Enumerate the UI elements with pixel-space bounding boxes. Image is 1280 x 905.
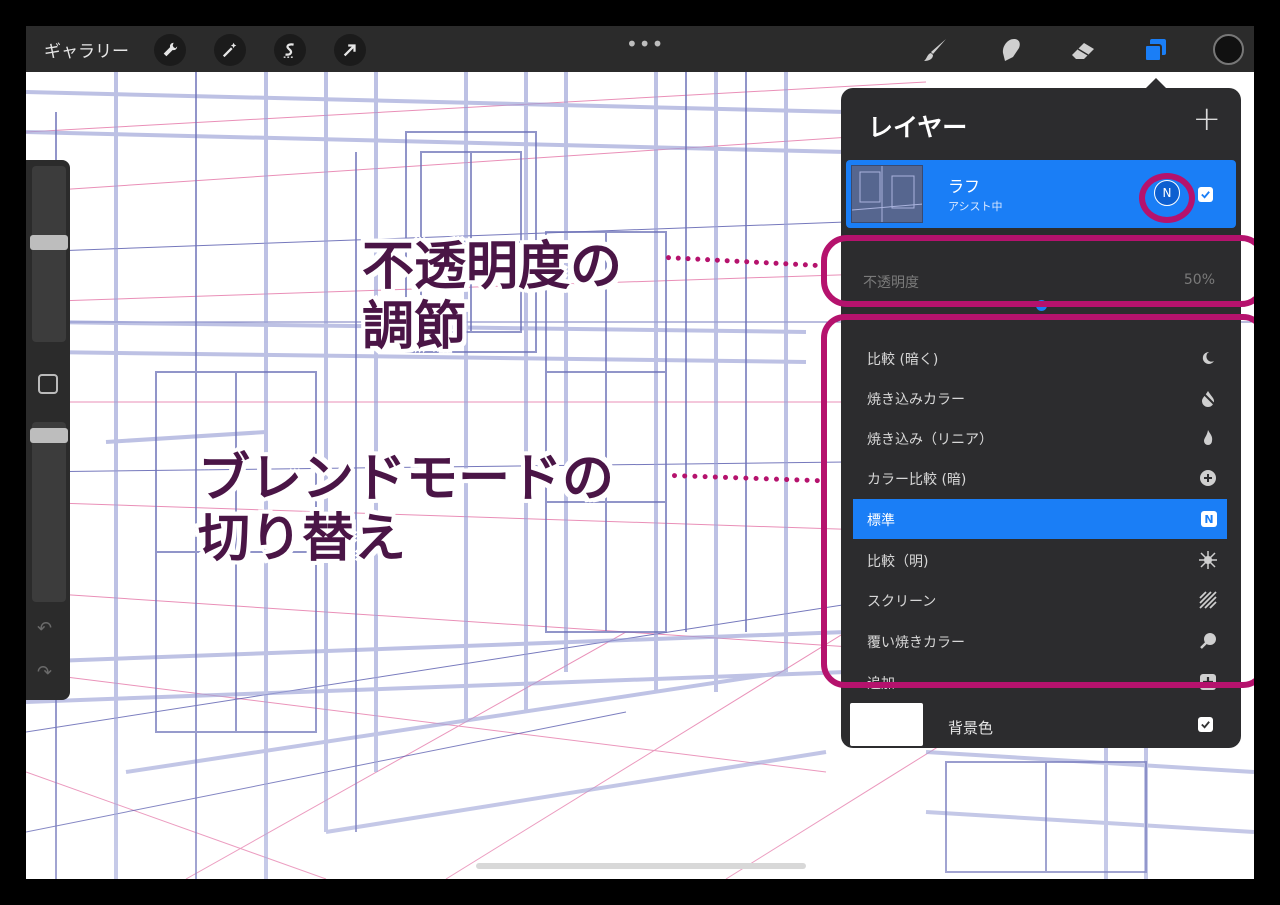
checkmark-icon	[1201, 721, 1210, 729]
undo-icon[interactable]: ↶	[37, 618, 52, 639]
brush-size-slider[interactable]	[32, 166, 66, 342]
blend-annotation-line2: 切り替え	[198, 508, 407, 569]
adjustments-button[interactable]	[214, 34, 246, 66]
magic-wand-icon	[222, 42, 237, 58]
wrench-icon	[163, 42, 178, 57]
top-toolbar: ギャラリー •••	[26, 26, 1254, 72]
transform-button[interactable]	[334, 34, 366, 66]
smudge-icon	[1002, 39, 1020, 61]
layer-subtitle: アシスト中	[948, 200, 1003, 213]
more-options-button[interactable]: •••	[626, 32, 664, 56]
left-sidebar: ↶ ↷	[26, 160, 70, 700]
opacity-highlight-ring	[821, 235, 1254, 307]
opacity-annotation-line2: 調節	[362, 296, 467, 357]
layers-tool-button[interactable]	[1139, 34, 1173, 66]
brush-icon	[924, 39, 946, 61]
home-indicator	[476, 863, 806, 869]
procreate-screen: ギャラリー ••• ↶ ↷ レイヤー + ラフ アシスト中 N 不透明度 50%…	[26, 26, 1254, 879]
modify-button[interactable]	[38, 374, 58, 394]
blend-list-highlight-ring	[821, 314, 1254, 688]
gallery-button[interactable]: ギャラリー	[44, 37, 129, 62]
color-picker-button[interactable]	[1213, 34, 1244, 65]
add-layer-button[interactable]: +	[1193, 102, 1222, 136]
brush-opacity-slider[interactable]	[32, 422, 66, 602]
layers-icon	[1144, 39, 1166, 62]
brush-size-thumb[interactable]	[30, 235, 68, 250]
opacity-annotation-line1: 不透明度の	[362, 237, 623, 297]
selection-s-icon	[283, 43, 295, 58]
layer-thumbnail	[851, 165, 923, 223]
redo-icon[interactable]: ↷	[37, 662, 52, 683]
background-layer-row[interactable]: 背景色	[841, 703, 1241, 748]
opacity-annotation: 不透明度の 調節	[362, 237, 623, 358]
brush-opacity-thumb[interactable]	[30, 428, 68, 443]
background-visibility-checkbox[interactable]	[1198, 717, 1213, 732]
selection-button[interactable]	[274, 34, 306, 66]
background-color-thumbnail[interactable]	[850, 703, 923, 746]
layer-visibility-checkbox[interactable]	[1198, 187, 1213, 202]
layer-name: ラフ	[948, 177, 981, 196]
transform-arrow-icon	[343, 44, 356, 57]
background-layer-label: 背景色	[948, 719, 994, 737]
brush-tool-button[interactable]	[919, 34, 953, 66]
layers-panel-title: レイヤー	[868, 113, 968, 142]
eraser-tool-button[interactable]	[1066, 34, 1100, 66]
checkmark-icon	[1201, 191, 1210, 199]
eraser-icon	[1072, 43, 1094, 59]
blend-annotation-line1: ブレンドモードの	[198, 449, 615, 509]
smudge-tool-button[interactable]	[993, 34, 1027, 66]
actions-wrench-button[interactable]	[154, 34, 186, 66]
blend-annotation: ブレンドモードの 切り替え	[198, 449, 615, 570]
blend-button-highlight-ring	[1139, 173, 1195, 223]
